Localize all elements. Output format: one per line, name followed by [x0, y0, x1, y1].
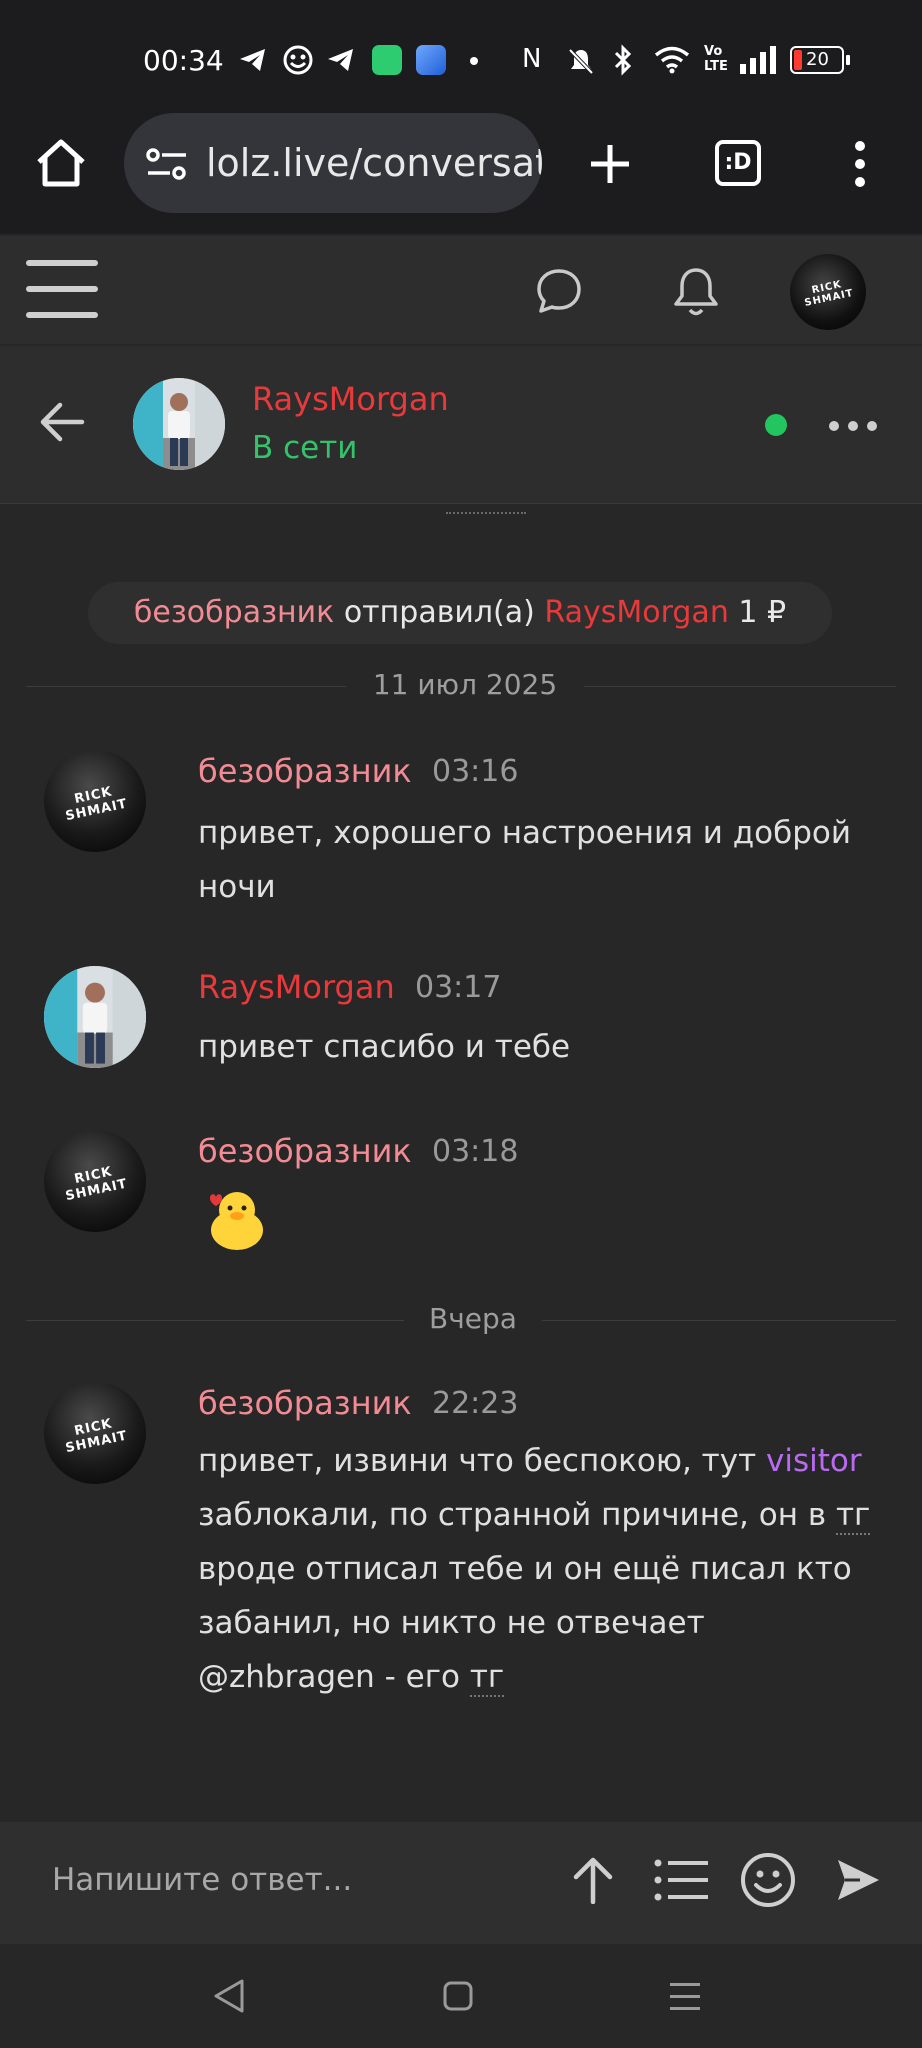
status-time: 00:34 [143, 44, 224, 77]
contact-name[interactable]: RaysMorgan [252, 380, 449, 418]
message-avatar[interactable]: RICK SHMAIT [44, 1382, 146, 1484]
user-mention-link[interactable]: visitor [766, 1443, 862, 1479]
date-divider-line [26, 686, 346, 687]
avatar-logo-text: RICK SHMAIT [64, 1416, 129, 1457]
dot-icon [470, 57, 478, 65]
date-divider-line [26, 1320, 404, 1321]
list-format-icon[interactable] [654, 1858, 708, 1902]
duck-sticker [210, 1192, 263, 1250]
mute-icon [568, 48, 594, 75]
message-text: привет, хорошего настроения и доброй ноч… [198, 815, 852, 905]
scroll-hint [446, 512, 526, 514]
message-time: 03:16 [432, 754, 519, 789]
contact-avatar[interactable] [133, 378, 225, 470]
telegram-icon [240, 49, 265, 71]
avatar-logo-text: RICK SHMAIT [64, 784, 129, 825]
blue-app-icon [416, 45, 446, 75]
url-bar[interactable]: lolz.live/conversati [124, 113, 542, 213]
forum-header [0, 236, 922, 344]
battery-icon: 20 [790, 46, 844, 74]
nav-recents-icon[interactable] [668, 1980, 702, 2012]
money-transfer-notice: безобразник отправил(а) RaysMorgan 1 ₽ [88, 582, 832, 644]
transfer-verb: отправил(а) [343, 595, 535, 630]
battery-tip [846, 55, 850, 65]
online-indicator [765, 414, 787, 436]
status-bar: 00:34 N Vo LTE 20 [0, 0, 922, 110]
transfer-sender[interactable]: безобразник [134, 595, 334, 630]
green-app-icon [372, 45, 402, 75]
message-text: привет спасибо и тебе [198, 1029, 571, 1065]
home-icon[interactable] [34, 138, 88, 188]
emoji-picker-icon[interactable] [740, 1852, 796, 1908]
bell-icon[interactable] [670, 264, 722, 320]
message-avatar[interactable] [44, 966, 146, 1068]
signal-icon [740, 46, 776, 74]
url-text[interactable]: lolz.live/conversati [206, 141, 542, 185]
message-text: привет, извини что беспокою, тут visitor… [198, 1434, 878, 1704]
more-options-icon[interactable] [828, 420, 878, 432]
contact-online-status: В сети [252, 430, 358, 466]
upload-arrow-icon[interactable] [570, 1856, 616, 1904]
message-text-part: привет, извини что беспокою, тут [198, 1443, 757, 1479]
volte-icon: Vo LTE [704, 44, 728, 74]
new-tab-icon[interactable] [588, 142, 632, 186]
message-time: 22:23 [432, 1386, 519, 1421]
abbreviation-link[interactable]: тг [835, 1497, 871, 1535]
abbreviation-link[interactable]: тг [469, 1659, 505, 1697]
browser-menu-icon[interactable] [850, 140, 870, 188]
message-time: 03:17 [415, 970, 502, 1005]
back-arrow-icon[interactable] [38, 400, 86, 444]
reply-input[interactable]: Напишите ответ... [52, 1862, 352, 1898]
message-author[interactable]: безобразник [198, 1132, 412, 1170]
message-avatar[interactable]: RICK SHMAIT [44, 750, 146, 852]
message-author[interactable]: безобразник [198, 752, 412, 790]
hamburger-menu-icon[interactable] [26, 258, 98, 320]
user-avatar[interactable]: RICK SHMAIT [790, 254, 866, 330]
tab-switcher-button[interactable]: :D [715, 140, 761, 186]
bluetooth-icon [614, 44, 632, 76]
message-author[interactable]: RaysMorgan [198, 968, 395, 1006]
site-settings-icon[interactable] [144, 147, 190, 181]
nav-back-icon[interactable] [212, 1978, 246, 2014]
transfer-recipient[interactable]: RaysMorgan [544, 595, 728, 630]
emoji-icon [283, 45, 313, 75]
telegram-icon [328, 49, 353, 71]
date-divider-line [584, 686, 896, 687]
date-divider: Вчера [429, 1302, 517, 1335]
wifi-icon [654, 46, 690, 74]
message-avatar[interactable]: RICK SHMAIT [44, 1130, 146, 1232]
message-text-part: заблокали, по странной причине, он в [198, 1497, 827, 1533]
message-author[interactable]: безобразник [198, 1384, 412, 1422]
transfer-amount: 1 ₽ [738, 595, 787, 630]
nfc-icon: N [522, 44, 542, 74]
person-photo-icon [44, 966, 146, 1068]
date-divider: 11 июл 2025 [372, 668, 558, 701]
nav-home-icon[interactable] [442, 1980, 474, 2012]
message-text-part: вроде отписал тебе и он ещё писал кто за… [198, 1551, 852, 1695]
date-divider-line [542, 1320, 896, 1321]
person-photo-icon [133, 378, 225, 470]
send-icon[interactable] [834, 1856, 882, 1904]
battery-level: 20 [806, 49, 829, 70]
message-time: 03:18 [432, 1134, 519, 1169]
avatar-logo-text: RICK SHMAIT [803, 279, 855, 309]
chat-bubble-icon[interactable] [534, 266, 584, 316]
avatar-logo-text: RICK SHMAIT [64, 1164, 129, 1205]
